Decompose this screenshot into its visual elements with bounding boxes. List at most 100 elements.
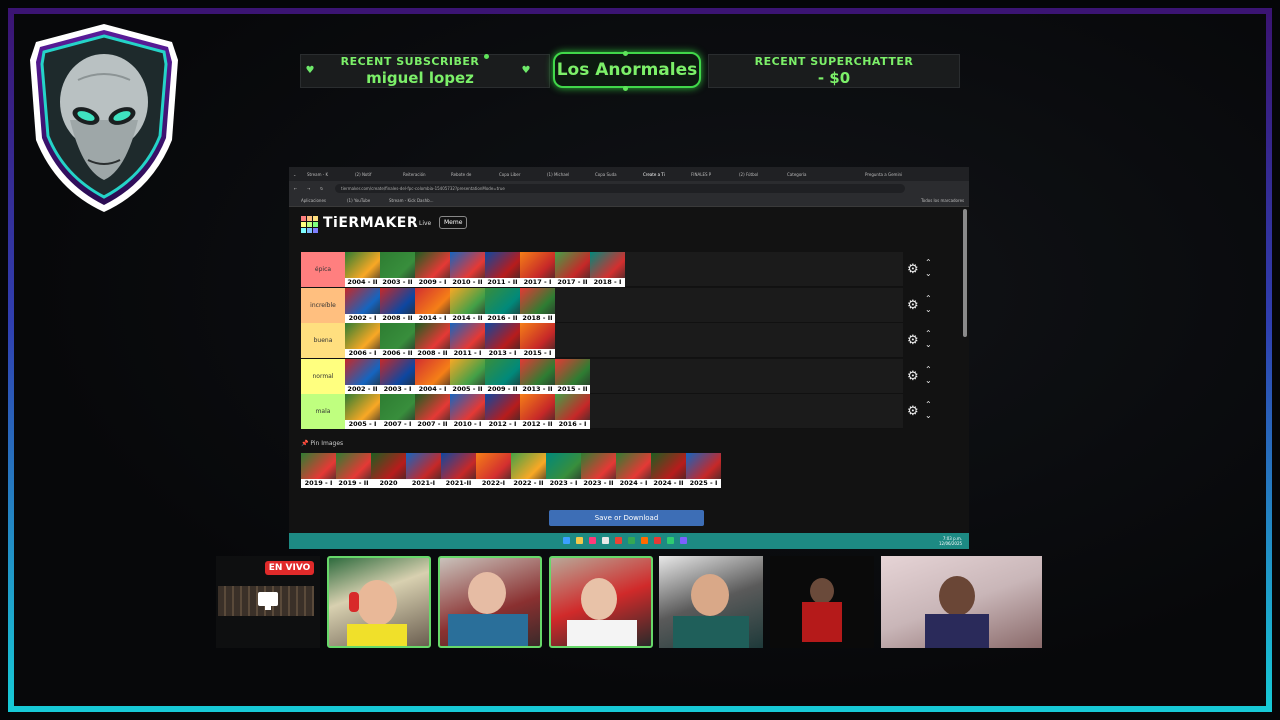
- tier-item-image[interactable]: 2013 - II: [520, 358, 555, 394]
- pool-item-image[interactable]: 2022-I: [476, 453, 511, 488]
- browser-tab[interactable]: (2) Fútbol: [739, 170, 785, 179]
- forward-icon[interactable]: →: [307, 184, 310, 193]
- browser-tab[interactable]: (2) Notif: [355, 170, 401, 179]
- gear-icon[interactable]: ⚙: [907, 405, 919, 418]
- tier-item-image[interactable]: 2005 - I: [345, 394, 380, 429]
- back-icon[interactable]: ←: [294, 184, 297, 193]
- tier-item-image[interactable]: 2016 - II: [485, 287, 520, 323]
- scrollbar[interactable]: [963, 209, 967, 337]
- pool-item-image[interactable]: 2019 - II: [336, 453, 371, 488]
- live-link[interactable]: Live: [419, 220, 431, 227]
- tier-label[interactable]: increíble: [301, 287, 345, 323]
- browser-tab[interactable]: Categoría: [787, 170, 833, 179]
- reload-icon[interactable]: ↻: [320, 184, 323, 193]
- taskbar-app-icon[interactable]: [641, 537, 648, 544]
- tier-label[interactable]: buena: [301, 323, 345, 358]
- tier-item-image[interactable]: 2007 - I: [380, 394, 415, 429]
- tier-item-image[interactable]: 2017 - II: [555, 252, 590, 287]
- chevron-up-icon[interactable]: ⌃: [925, 401, 932, 409]
- tier-item-image[interactable]: 2011 - I: [450, 323, 485, 358]
- chevron-up-icon[interactable]: ⌃: [925, 365, 932, 374]
- tab-list-icon[interactable]: ⌄: [293, 170, 303, 179]
- pool-item-image[interactable]: 2020: [371, 453, 406, 488]
- tier-item-image[interactable]: 2002 - II: [345, 358, 380, 394]
- tier-item-image[interactable]: 2015 - II: [555, 358, 590, 394]
- pool-item-image[interactable]: 2019 - I: [301, 453, 336, 488]
- browser-tab-active[interactable]: Create a Ti: [643, 170, 689, 179]
- browser-tab[interactable]: Stream - K: [307, 170, 353, 179]
- browser-tab[interactable]: (1) Michael: [547, 170, 593, 179]
- chrome-icon[interactable]: [615, 537, 622, 544]
- tier-item-image[interactable]: 2013 - I: [485, 323, 520, 358]
- tier-item-image[interactable]: 2018 - I: [590, 252, 625, 287]
- tier-item-image[interactable]: 2008 - II: [415, 323, 450, 358]
- tier-item-image[interactable]: 2014 - II: [450, 287, 485, 323]
- bookmark-item[interactable]: (1) YouTube: [347, 198, 370, 203]
- save-download-button[interactable]: Save or Download: [549, 510, 704, 526]
- tier-label[interactable]: épica: [301, 252, 345, 287]
- pool-item-image[interactable]: 2022 - II: [511, 453, 546, 488]
- pool-item-image[interactable]: 2021-II: [441, 453, 476, 488]
- tier-item-image[interactable]: 2006 - II: [380, 323, 415, 358]
- bookmark-item[interactable]: Aplicaciones: [301, 198, 326, 203]
- tier-item-image[interactable]: 2003 - I: [380, 358, 415, 394]
- taskbar-app-icon[interactable]: [654, 537, 661, 544]
- pool-item-image[interactable]: 2023 - II: [581, 453, 616, 488]
- all-bookmarks[interactable]: Todos los marcadores: [921, 198, 964, 203]
- pool-item-image[interactable]: 2023 - I: [546, 453, 581, 488]
- browser-tab[interactable]: Copa Liber: [499, 170, 545, 179]
- tier-item-image[interactable]: 2009 - II: [485, 358, 520, 394]
- tier-item-image[interactable]: 2005 - II: [450, 358, 485, 394]
- chevron-up-icon[interactable]: ⌃: [925, 259, 932, 267]
- taskbar-clock[interactable]: 7:03 p.m. 12/06/2025: [939, 536, 962, 546]
- tier-item-image[interactable]: 2016 - I: [555, 394, 590, 429]
- tier-item-image[interactable]: 2004 - I: [415, 358, 450, 394]
- tier-item-image[interactable]: 2011 - II: [485, 252, 520, 287]
- pool-item-image[interactable]: 2024 - I: [616, 453, 651, 488]
- chevron-up-icon[interactable]: ⌃: [925, 330, 932, 338]
- pool-item-image[interactable]: 2025 - I: [686, 453, 721, 488]
- tier-item-image[interactable]: 2004 - II: [345, 252, 380, 287]
- taskbar-app-icon[interactable]: [602, 537, 609, 544]
- browser-tab[interactable]: Copa Suda: [595, 170, 641, 179]
- tier-item-image[interactable]: 2008 - II: [380, 287, 415, 323]
- file-explorer-icon[interactable]: [576, 537, 583, 544]
- chevron-down-icon[interactable]: ⌄: [925, 412, 932, 420]
- taskbar-app-icon[interactable]: [680, 537, 687, 544]
- gear-icon[interactable]: ⚙: [907, 370, 919, 383]
- gear-icon[interactable]: ⚙: [907, 263, 919, 276]
- chevron-up-icon[interactable]: ⌃: [925, 294, 932, 303]
- tier-item-image[interactable]: 2012 - I: [485, 394, 520, 429]
- taskbar-app-icon[interactable]: [667, 537, 674, 544]
- taskbar-app-icon[interactable]: [589, 537, 596, 544]
- tier-item-image[interactable]: 2015 - I: [520, 323, 555, 358]
- tier-item-image[interactable]: 2002 - I: [345, 287, 380, 323]
- pool-item-image[interactable]: 2021-I: [406, 453, 441, 488]
- windows-start-icon[interactable]: [563, 537, 570, 544]
- chevron-down-icon[interactable]: ⌄: [925, 376, 932, 385]
- tier-item-image[interactable]: 2012 - II: [520, 394, 555, 429]
- tier-item-image[interactable]: 2014 - I: [415, 287, 450, 323]
- taskbar-app-icon[interactable]: [628, 537, 635, 544]
- tier-item-image[interactable]: 2007 - II: [415, 394, 450, 429]
- tier-item-image[interactable]: 2018 - II: [520, 287, 555, 323]
- chevron-down-icon[interactable]: ⌄: [925, 305, 932, 314]
- tier-item-image[interactable]: 2006 - I: [345, 323, 380, 358]
- browser-tab[interactable]: Rebote de: [451, 170, 497, 179]
- tier-label[interactable]: mala: [301, 394, 345, 429]
- chevron-down-icon[interactable]: ⌄: [925, 270, 932, 278]
- address-bar[interactable]: tiermaker.com/create/finales-del-fpc-col…: [335, 184, 905, 193]
- tiermaker-logo[interactable]: TiERMAKER: [323, 215, 418, 231]
- browser-tab[interactable]: Reiteración: [403, 170, 449, 179]
- chevron-down-icon[interactable]: ⌄: [925, 341, 932, 349]
- gear-icon[interactable]: ⚙: [907, 299, 919, 312]
- browser-tab[interactable]: FINALES P: [691, 170, 737, 179]
- meme-button[interactable]: Meme: [439, 216, 468, 229]
- bookmark-item[interactable]: Stream - Kick Dashb...: [389, 198, 433, 203]
- tier-label[interactable]: normal: [301, 358, 345, 394]
- pin-images-label[interactable]: 📌 Pin Images: [301, 440, 343, 447]
- gemini-button[interactable]: Pregunta a Gemini: [865, 170, 915, 179]
- tier-item-image[interactable]: 2009 - I: [415, 252, 450, 287]
- tier-item-image[interactable]: 2003 - II: [380, 252, 415, 287]
- pool-item-image[interactable]: 2024 - II: [651, 453, 686, 488]
